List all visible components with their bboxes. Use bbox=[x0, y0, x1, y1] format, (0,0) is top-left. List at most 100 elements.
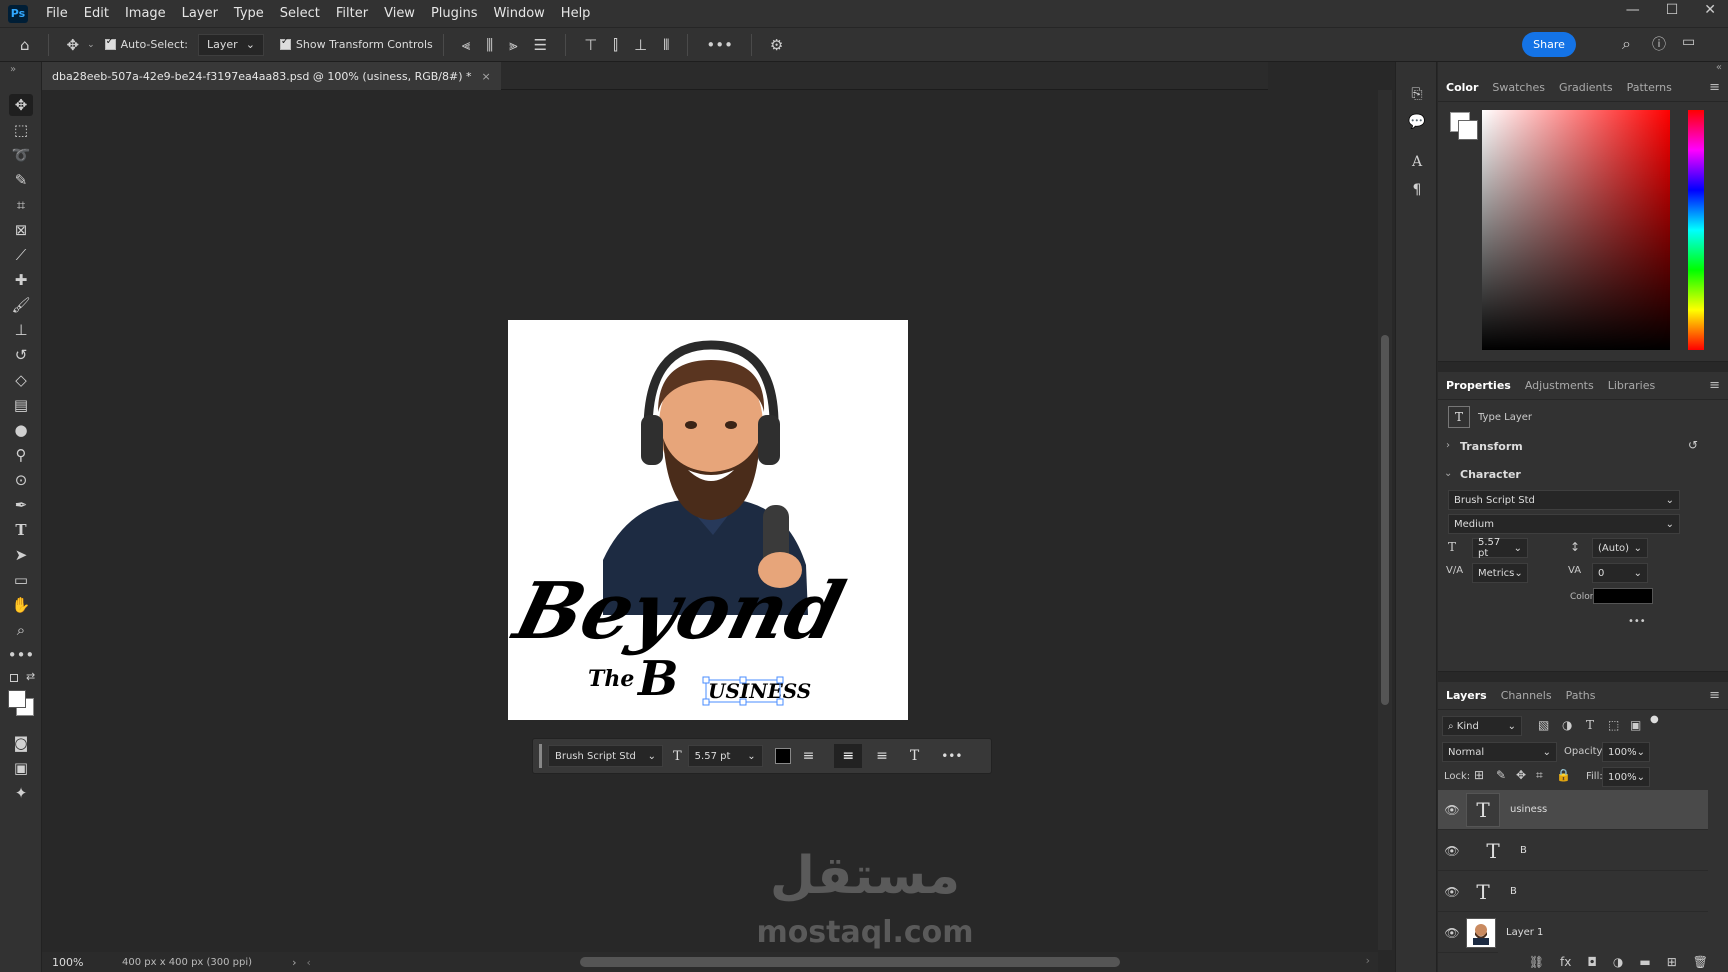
maximize-button[interactable]: ☐ bbox=[1666, 2, 1679, 18]
filter-smart-object-icon[interactable]: ▣ bbox=[1630, 718, 1641, 732]
menu-edit[interactable]: Edit bbox=[76, 6, 117, 21]
collapse-icon[interactable]: « bbox=[1716, 62, 1722, 73]
align-bottom-icon[interactable]: ⊥ bbox=[634, 36, 647, 54]
menu-image[interactable]: Image bbox=[117, 6, 174, 21]
reset-icon[interactable]: ↺ bbox=[1688, 438, 1698, 452]
align-center-icon[interactable]: ≡ bbox=[834, 744, 863, 768]
new-group-icon[interactable]: ▬ bbox=[1639, 955, 1650, 969]
crop-tool-icon[interactable]: ⌗ bbox=[9, 194, 33, 216]
tab-color[interactable]: Color bbox=[1446, 81, 1478, 94]
frame-tool-icon[interactable]: ⊠ bbox=[9, 219, 33, 241]
brush-tool-icon[interactable]: 🖌 bbox=[9, 294, 33, 316]
new-layer-icon[interactable]: ⊞ bbox=[1667, 955, 1677, 969]
lock-position-icon[interactable]: ✥ bbox=[1516, 768, 1526, 782]
gradient-tool-icon[interactable]: ▤ bbox=[9, 394, 33, 416]
align-middle-icon[interactable]: ⫿ bbox=[613, 36, 618, 54]
layer-row[interactable]: 👁 T usiness bbox=[1438, 790, 1708, 830]
visibility-eye-icon[interactable]: 👁 bbox=[1438, 844, 1466, 858]
lock-artboard-icon[interactable]: ⌗ bbox=[1536, 768, 1543, 783]
visibility-eye-icon[interactable]: 👁 bbox=[1438, 885, 1466, 899]
character-icon[interactable]: A bbox=[1407, 154, 1427, 174]
lock-paint-icon[interactable]: ✎ bbox=[1496, 768, 1506, 782]
panel-menu-icon[interactable]: ≡ bbox=[1709, 80, 1720, 95]
close-window-button[interactable]: ✕ bbox=[1704, 2, 1716, 18]
document-info[interactable]: 400 px x 400 px (300 ppi) bbox=[122, 957, 252, 968]
dodge-tool-icon[interactable]: ⚲ bbox=[9, 444, 33, 466]
screen-mode-icon[interactable]: ▣ bbox=[9, 757, 33, 779]
type-tool-icon[interactable]: T bbox=[9, 519, 33, 541]
align-left-icon[interactable]: ⫷ bbox=[462, 36, 470, 54]
history-brush-tool-icon[interactable]: ↺ bbox=[9, 344, 33, 366]
chevron-right-icon[interactable]: › bbox=[292, 956, 296, 969]
leading-field[interactable]: (Auto) ⌄ bbox=[1592, 538, 1648, 558]
lasso-tool-icon[interactable]: ➰ bbox=[9, 144, 33, 166]
menu-select[interactable]: Select bbox=[272, 6, 328, 21]
layer-name[interactable]: B bbox=[1510, 886, 1517, 897]
quick-select-tool-icon[interactable]: ✎ bbox=[9, 169, 33, 191]
context-color-swatch[interactable] bbox=[774, 748, 791, 764]
zoom-alt-icon[interactable]: ⊙ bbox=[9, 469, 33, 491]
layer-row[interactable]: 👁 Layer 1 bbox=[1438, 913, 1708, 953]
font-size-field[interactable]: 5.57 pt ⌄ bbox=[1472, 537, 1528, 559]
hand-tool-icon[interactable]: ✋ bbox=[9, 594, 33, 616]
menu-plugins[interactable]: Plugins bbox=[423, 6, 486, 21]
show-transform-checkbox[interactable]: Show Transform Controls bbox=[279, 36, 433, 51]
align-top-icon[interactable]: ⊤ bbox=[584, 36, 597, 54]
hue-slider[interactable] bbox=[1688, 110, 1704, 350]
blur-tool-icon[interactable]: ● bbox=[9, 419, 33, 441]
document-canvas[interactable]: Beyond The B USINESS bbox=[508, 320, 908, 720]
menu-view[interactable]: View bbox=[376, 6, 423, 21]
expand-icon[interactable]: » bbox=[10, 64, 16, 75]
drag-handle[interactable] bbox=[539, 744, 542, 768]
history-icon[interactable]: ⎘ bbox=[1407, 86, 1427, 106]
more-options-icon[interactable]: ••• bbox=[941, 749, 962, 763]
align-right-icon[interactable]: ⫸ bbox=[509, 36, 517, 54]
tab-properties[interactable]: Properties bbox=[1446, 379, 1511, 392]
kerning-dropdown[interactable]: Metrics ⌄ bbox=[1472, 563, 1528, 583]
character-section-label[interactable]: Character bbox=[1460, 468, 1521, 481]
visibility-eye-icon[interactable]: 👁 bbox=[1438, 926, 1466, 940]
stamp-tool-icon[interactable]: ⊥ bbox=[9, 319, 33, 341]
layer-row[interactable]: 👁 T B bbox=[1438, 831, 1708, 871]
transform-section-label[interactable]: Transform bbox=[1460, 440, 1523, 453]
text-options-icon[interactable]: T bbox=[910, 748, 919, 764]
quick-mask-icon[interactable]: ◙ bbox=[9, 732, 33, 754]
filter-adjustment-icon[interactable]: ◑ bbox=[1562, 718, 1572, 732]
distribute-vertical-icon[interactable]: ⫴ bbox=[663, 36, 669, 54]
tab-gradients[interactable]: Gradients bbox=[1559, 81, 1613, 94]
color-field[interactable] bbox=[1482, 110, 1670, 350]
tab-swatches[interactable]: Swatches bbox=[1492, 81, 1545, 94]
generative-icon[interactable]: ✦ bbox=[9, 782, 33, 804]
link-layers-icon[interactable]: ⛓ bbox=[1529, 955, 1544, 969]
tab-channels[interactable]: Channels bbox=[1501, 689, 1552, 702]
chevron-down-icon[interactable]: ⌄ bbox=[1444, 468, 1452, 479]
layer-filter-dropdown[interactable]: ⌕ Kind ⌄ bbox=[1442, 716, 1522, 736]
tab-libraries[interactable]: Libraries bbox=[1608, 379, 1656, 392]
foreground-color-swatch[interactable] bbox=[8, 690, 26, 708]
search-icon[interactable]: ⌕ bbox=[1622, 34, 1631, 54]
gear-icon[interactable]: ⚙ bbox=[770, 36, 783, 54]
blend-mode-dropdown[interactable]: Normal ⌄ bbox=[1442, 742, 1557, 762]
zoom-tool-icon[interactable]: ⌕ bbox=[9, 619, 33, 641]
auto-select-checkbox[interactable]: Auto-Select: bbox=[104, 36, 188, 51]
healing-tool-icon[interactable]: ✚ bbox=[9, 269, 33, 291]
paragraph-icon[interactable]: ¶ bbox=[1407, 182, 1427, 202]
eraser-tool-icon[interactable]: ◇ bbox=[9, 369, 33, 391]
fill-field[interactable]: 100% ⌄ bbox=[1602, 767, 1650, 787]
menu-window[interactable]: Window bbox=[486, 6, 553, 21]
zoom-level[interactable]: 100% bbox=[42, 956, 102, 969]
menu-file[interactable]: File bbox=[38, 6, 76, 21]
home-icon[interactable]: ⌂ bbox=[20, 36, 30, 54]
tab-patterns[interactable]: Patterns bbox=[1627, 81, 1672, 94]
help-icon[interactable]: ⓘ bbox=[1652, 34, 1666, 54]
filter-toggle-icon[interactable]: ● bbox=[1650, 714, 1659, 725]
tab-adjustments[interactable]: Adjustments bbox=[1525, 379, 1594, 392]
auto-select-dropdown[interactable]: Layer ⌄ bbox=[198, 33, 264, 56]
background-color-swatch[interactable] bbox=[1458, 120, 1478, 140]
rectangle-tool-icon[interactable]: ▭ bbox=[9, 569, 33, 591]
filter-shape-icon[interactable]: ⬚ bbox=[1608, 718, 1619, 732]
layer-row[interactable]: 👁 T B bbox=[1438, 872, 1708, 912]
scroll-right-icon[interactable]: › bbox=[1366, 954, 1370, 967]
chevron-right-icon[interactable]: › bbox=[1446, 440, 1450, 451]
text-color-swatch[interactable] bbox=[1593, 588, 1653, 604]
